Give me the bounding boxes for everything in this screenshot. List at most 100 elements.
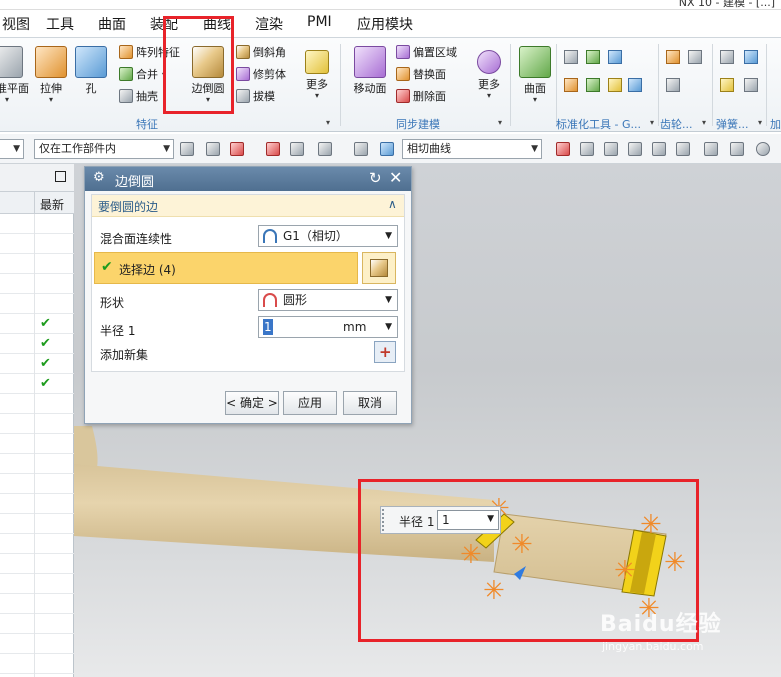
spring-tool-icon[interactable] — [720, 50, 734, 64]
spline-icon[interactable] — [704, 142, 718, 156]
list-item[interactable] — [0, 514, 74, 534]
spring-tool-icon[interactable] — [744, 78, 758, 92]
gear-tool-icon[interactable] — [666, 50, 680, 64]
apply-button[interactable]: 应用 — [283, 391, 337, 415]
shell-button[interactable]: 抽壳 — [119, 86, 158, 106]
rectangle-select-icon[interactable] — [318, 142, 332, 156]
cancel-button[interactable]: 取消 — [343, 391, 397, 415]
curve-tool-icon[interactable] — [676, 142, 690, 156]
select-edge-row[interactable]: ✔ 选择边 (4) — [94, 252, 358, 284]
gear-tool-icon[interactable] — [666, 78, 680, 92]
more-features-button[interactable]: 更多 ▾ — [294, 42, 340, 100]
filter-combo[interactable]: ▼ — [0, 139, 24, 159]
latest-column-header[interactable]: 最新 — [40, 196, 64, 213]
view-icon[interactable] — [354, 142, 368, 156]
radius-1-field[interactable]: 1 mm ▼ — [258, 316, 398, 338]
group-expand-icon[interactable]: ▾ — [702, 118, 706, 127]
standard-tool-icon[interactable] — [564, 50, 578, 64]
standard-tool-icon[interactable] — [608, 78, 622, 92]
list-item[interactable] — [0, 614, 74, 634]
more-sync-button[interactable]: 更多 ▾ — [466, 42, 512, 100]
spring-tool-icon[interactable] — [720, 78, 734, 92]
settings-icon[interactable] — [180, 142, 194, 156]
select-region-icon[interactable] — [230, 142, 244, 156]
list-item[interactable] — [0, 394, 74, 414]
draft-button[interactable]: 拔模 — [236, 86, 275, 106]
drag-grip-icon[interactable] — [382, 509, 388, 531]
section-header[interactable]: 要倒圆的边 ∧ — [92, 195, 404, 217]
list-item[interactable] — [0, 534, 74, 554]
menu-tab-view[interactable]: 视图 — [2, 14, 30, 34]
list-item[interactable] — [0, 434, 74, 454]
group-expand-icon[interactable]: ▾ — [498, 118, 502, 127]
surface-button[interactable]: 曲面 ▾ — [512, 42, 558, 104]
list-item[interactable] — [0, 294, 74, 314]
menu-tab-surface[interactable]: 曲面 — [98, 14, 126, 34]
menu-tab-pmi[interactable]: PMI — [307, 14, 332, 30]
standard-tool-icon[interactable] — [586, 50, 600, 64]
delete-face-button[interactable]: 删除面 — [396, 86, 446, 106]
standard-tool-icon[interactable] — [628, 78, 642, 92]
list-item[interactable] — [0, 554, 74, 574]
list-item[interactable] — [0, 234, 74, 254]
dialog-title-bar[interactable]: ⚙ 边倒圆 ↻ ✕ — [85, 167, 411, 191]
standard-tool-icon[interactable] — [608, 50, 622, 64]
list-item[interactable] — [0, 494, 74, 514]
list-item[interactable] — [0, 254, 74, 274]
maximize-icon[interactable] — [55, 171, 66, 182]
curve-tool-icon[interactable] — [556, 142, 570, 156]
list-item[interactable]: ✔ — [0, 354, 74, 374]
continuity-select[interactable]: G1（相切） ▼ — [258, 225, 398, 247]
snap-icon[interactable] — [206, 142, 220, 156]
solid-view-icon[interactable] — [380, 142, 394, 156]
list-item[interactable] — [0, 654, 74, 674]
group-expand-icon[interactable]: ▾ — [326, 118, 330, 127]
select-target-icon[interactable] — [266, 142, 280, 156]
curve-rule-combo[interactable]: 相切曲线 ▼ — [402, 139, 542, 159]
datum-plane-button[interactable]: 基准平面 ▾ — [0, 42, 30, 104]
trim-body-button[interactable]: 修剪体 — [236, 64, 286, 84]
select-feature-icon[interactable] — [290, 142, 304, 156]
list-item[interactable] — [0, 414, 74, 434]
menu-tab-applications[interactable]: 应用模块 — [357, 14, 413, 34]
hole-button[interactable]: 孔 — [68, 42, 114, 96]
replace-face-button[interactable]: 替换面 — [396, 64, 446, 84]
line-icon[interactable] — [652, 142, 666, 156]
chamfer-button[interactable]: 倒斜角 — [236, 42, 286, 62]
group-expand-icon[interactable]: ▾ — [758, 118, 762, 127]
list-item[interactable]: ✔ — [0, 374, 74, 394]
list-item[interactable]: ✔ — [0, 334, 74, 354]
menu-tab-render[interactable]: 渲染 — [255, 14, 283, 34]
move-face-button[interactable]: 移动面 — [347, 42, 393, 96]
unite-button[interactable]: 合并 ▾ — [119, 64, 166, 84]
line-icon[interactable] — [628, 142, 642, 156]
scope-combo[interactable]: 仅在工作部件内 ▼ — [34, 139, 174, 159]
chevron-up-icon[interactable]: ∧ — [388, 197, 397, 211]
group-expand-icon[interactable]: ▾ — [650, 118, 654, 127]
add-new-set-button[interactable]: + — [374, 341, 396, 363]
radius-quick-field[interactable]: 1 ▼ — [437, 510, 499, 530]
shape-select[interactable]: 圆形 ▼ — [258, 289, 398, 311]
standard-tool-icon[interactable] — [586, 78, 600, 92]
select-edge-button[interactable] — [362, 252, 396, 284]
reset-icon[interactable]: ↻ — [369, 169, 382, 187]
gear-tool-icon[interactable] — [688, 50, 702, 64]
list-item[interactable] — [0, 274, 74, 294]
close-icon[interactable]: ✕ — [389, 168, 402, 187]
spring-tool-icon[interactable] — [744, 50, 758, 64]
standard-tool-icon[interactable] — [564, 78, 578, 92]
list-item[interactable] — [0, 454, 74, 474]
list-item[interactable] — [0, 634, 74, 654]
curve-tool-icon[interactable] — [604, 142, 618, 156]
list-item[interactable]: ✔ — [0, 314, 74, 334]
offset-region-button[interactable]: 偏置区域 — [396, 42, 457, 62]
list-item[interactable] — [0, 474, 74, 494]
list-item[interactable] — [0, 574, 74, 594]
list-item[interactable] — [0, 214, 74, 234]
ok-button[interactable]: < 确定 > — [225, 391, 279, 415]
plus-icon[interactable] — [730, 142, 744, 156]
menu-tab-tools[interactable]: 工具 — [46, 14, 74, 34]
circle-icon[interactable] — [756, 142, 770, 156]
arrow-right-icon[interactable] — [580, 142, 594, 156]
list-item[interactable] — [0, 594, 74, 614]
